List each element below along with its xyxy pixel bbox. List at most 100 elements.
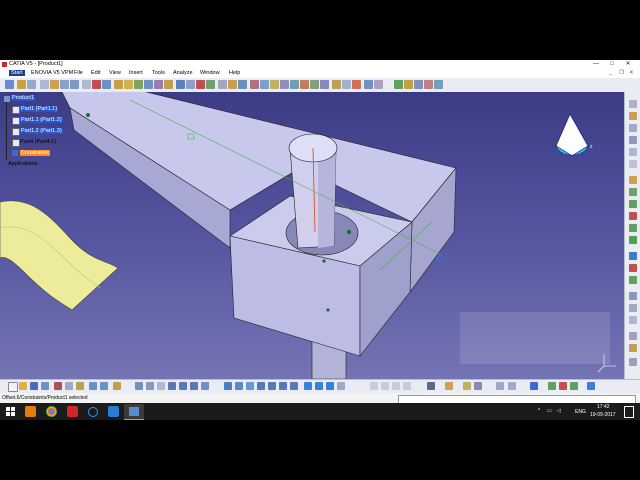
- stop-manipulate-icon[interactable]: [206, 80, 215, 89]
- clock-date[interactable]: 19-09-2017: [590, 412, 616, 418]
- distance-band-icon[interactable]: [508, 382, 516, 390]
- distance-icon[interactable]: [270, 80, 279, 89]
- doc-minimize-button[interactable]: _: [609, 70, 612, 76]
- view-mode-icon[interactable]: [279, 382, 287, 390]
- coincidence-constraint-icon[interactable]: [114, 80, 123, 89]
- fit-all-icon[interactable]: [146, 382, 154, 390]
- parameters-icon[interactable]: [424, 80, 433, 89]
- constraint-point[interactable]: [86, 113, 90, 117]
- menu-start[interactable]: Start: [9, 70, 25, 76]
- replace-icon[interactable]: [82, 80, 91, 89]
- new-component-icon[interactable]: [40, 80, 49, 89]
- annotation-icon[interactable]: [332, 80, 341, 89]
- shading-icon[interactable]: [246, 382, 254, 390]
- new-icon[interactable]: [8, 382, 18, 392]
- fly-mode-icon[interactable]: [135, 382, 143, 390]
- shaft-icon[interactable]: [629, 148, 637, 156]
- menu-view[interactable]: View: [109, 70, 121, 76]
- print-icon[interactable]: [41, 382, 49, 390]
- menu-tools[interactable]: Tools: [152, 70, 165, 76]
- formula-icon[interactable]: [414, 80, 423, 89]
- split-icon[interactable]: [280, 80, 289, 89]
- tree-node-part1-2[interactable]: Part1.2 (Part1.3): [20, 128, 63, 134]
- scene-icon[interactable]: [364, 80, 373, 89]
- wireframe-icon[interactable]: [326, 382, 334, 390]
- menu-enovia[interactable]: ENOVIA V5 VPM: [31, 70, 73, 76]
- menu-edit[interactable]: Edit: [91, 70, 100, 76]
- pad-icon[interactable]: [629, 136, 637, 144]
- render-style-icon[interactable]: [290, 382, 298, 390]
- measure-icon[interactable]: [238, 80, 247, 89]
- flag-note-icon[interactable]: [352, 80, 361, 89]
- tree-node-applications[interactable]: Applications: [8, 161, 38, 167]
- catalog-icon[interactable]: [374, 80, 383, 89]
- environment-icon[interactable]: [570, 382, 578, 390]
- shell-icon[interactable]: [629, 212, 637, 220]
- 3d-viewport[interactable]: z Product1 Part1 (Part1.1) Part1.1 (Part…: [0, 92, 624, 379]
- vlc-icon[interactable]: [25, 406, 36, 417]
- chrome-icon[interactable]: [46, 406, 57, 417]
- workbench-icon[interactable]: [445, 382, 453, 390]
- pdf-reader-icon[interactable]: [67, 406, 78, 417]
- catia-logo-icon[interactable]: [5, 80, 14, 89]
- zoom-in-icon[interactable]: [179, 382, 187, 390]
- tray-up-arrow-icon[interactable]: ^: [538, 408, 540, 414]
- catia-taskbar-button[interactable]: [124, 404, 144, 420]
- clock-time[interactable]: 17:42: [597, 404, 610, 410]
- draft-icon[interactable]: [629, 200, 637, 208]
- copy-icon[interactable]: [65, 382, 73, 390]
- publish-icon[interactable]: [474, 382, 482, 390]
- redo-icon[interactable]: [100, 382, 108, 390]
- open-icon[interactable]: [19, 382, 27, 390]
- toolbar-handle-icon[interactable]: [629, 100, 637, 108]
- paste-icon[interactable]: [76, 382, 84, 390]
- catalog-browser-icon[interactable]: [427, 382, 435, 390]
- new-part-icon[interactable]: [60, 80, 69, 89]
- angle-constraint-icon[interactable]: [144, 80, 153, 89]
- assembly-icon[interactable]: [27, 80, 36, 89]
- file-explorer-icon[interactable]: [108, 406, 119, 417]
- offset-constraint-icon[interactable]: [134, 80, 143, 89]
- constraint-point[interactable]: [326, 308, 330, 312]
- constraint-point[interactable]: [346, 229, 352, 235]
- perspective-icon[interactable]: [337, 382, 345, 390]
- curved-surface-part[interactable]: [0, 200, 119, 311]
- rotate-icon[interactable]: [168, 382, 176, 390]
- axis-system-icon[interactable]: [629, 332, 637, 340]
- fix-together-icon[interactable]: [164, 80, 173, 89]
- symmetry-icon[interactable]: [629, 316, 637, 324]
- rotation-icon[interactable]: [629, 304, 637, 312]
- generate-numbering-icon[interactable]: [102, 80, 111, 89]
- reuse-pattern-icon[interactable]: [228, 80, 237, 89]
- select-icon[interactable]: [530, 382, 538, 390]
- apply-material-icon[interactable]: [394, 80, 403, 89]
- swap-icon[interactable]: [17, 80, 26, 89]
- manipulate-icon[interactable]: [176, 80, 185, 89]
- chamfer-icon[interactable]: [629, 188, 637, 196]
- compute-clash-icon[interactable]: [403, 382, 411, 390]
- fillet-icon[interactable]: [629, 176, 637, 184]
- plane-icon[interactable]: [629, 124, 637, 132]
- zoom-out-icon[interactable]: [190, 382, 198, 390]
- fix-constraint-icon[interactable]: [154, 80, 163, 89]
- pattern-icon[interactable]: [629, 264, 637, 272]
- compass-widget[interactable]: z: [555, 113, 593, 157]
- text-icon[interactable]: [342, 80, 351, 89]
- tree-node-constraints[interactable]: Constraints: [20, 150, 50, 156]
- normal-view-icon[interactable]: [201, 382, 209, 390]
- doc-restore-button[interactable]: ❐: [619, 70, 624, 76]
- teamviewer-icon[interactable]: [88, 407, 98, 417]
- explode-icon[interactable]: [196, 80, 205, 89]
- standard-view-icon[interactable]: [304, 382, 312, 390]
- constraint-point[interactable]: [322, 259, 326, 263]
- swap-visible-space-icon[interactable]: [268, 382, 276, 390]
- undo-icon[interactable]: [89, 382, 97, 390]
- whats-this-icon[interactable]: [113, 382, 121, 390]
- tree-node-part1-1[interactable]: Part1.1 (Part1.2): [20, 117, 63, 123]
- minimize-button[interactable]: —: [588, 60, 604, 69]
- contact-constraint-icon[interactable]: [124, 80, 133, 89]
- volume-icon[interactable]: ◁: [557, 408, 561, 414]
- notifications-icon[interactable]: [624, 406, 634, 418]
- measure-between-icon[interactable]: [370, 382, 378, 390]
- section-icon[interactable]: [260, 80, 269, 89]
